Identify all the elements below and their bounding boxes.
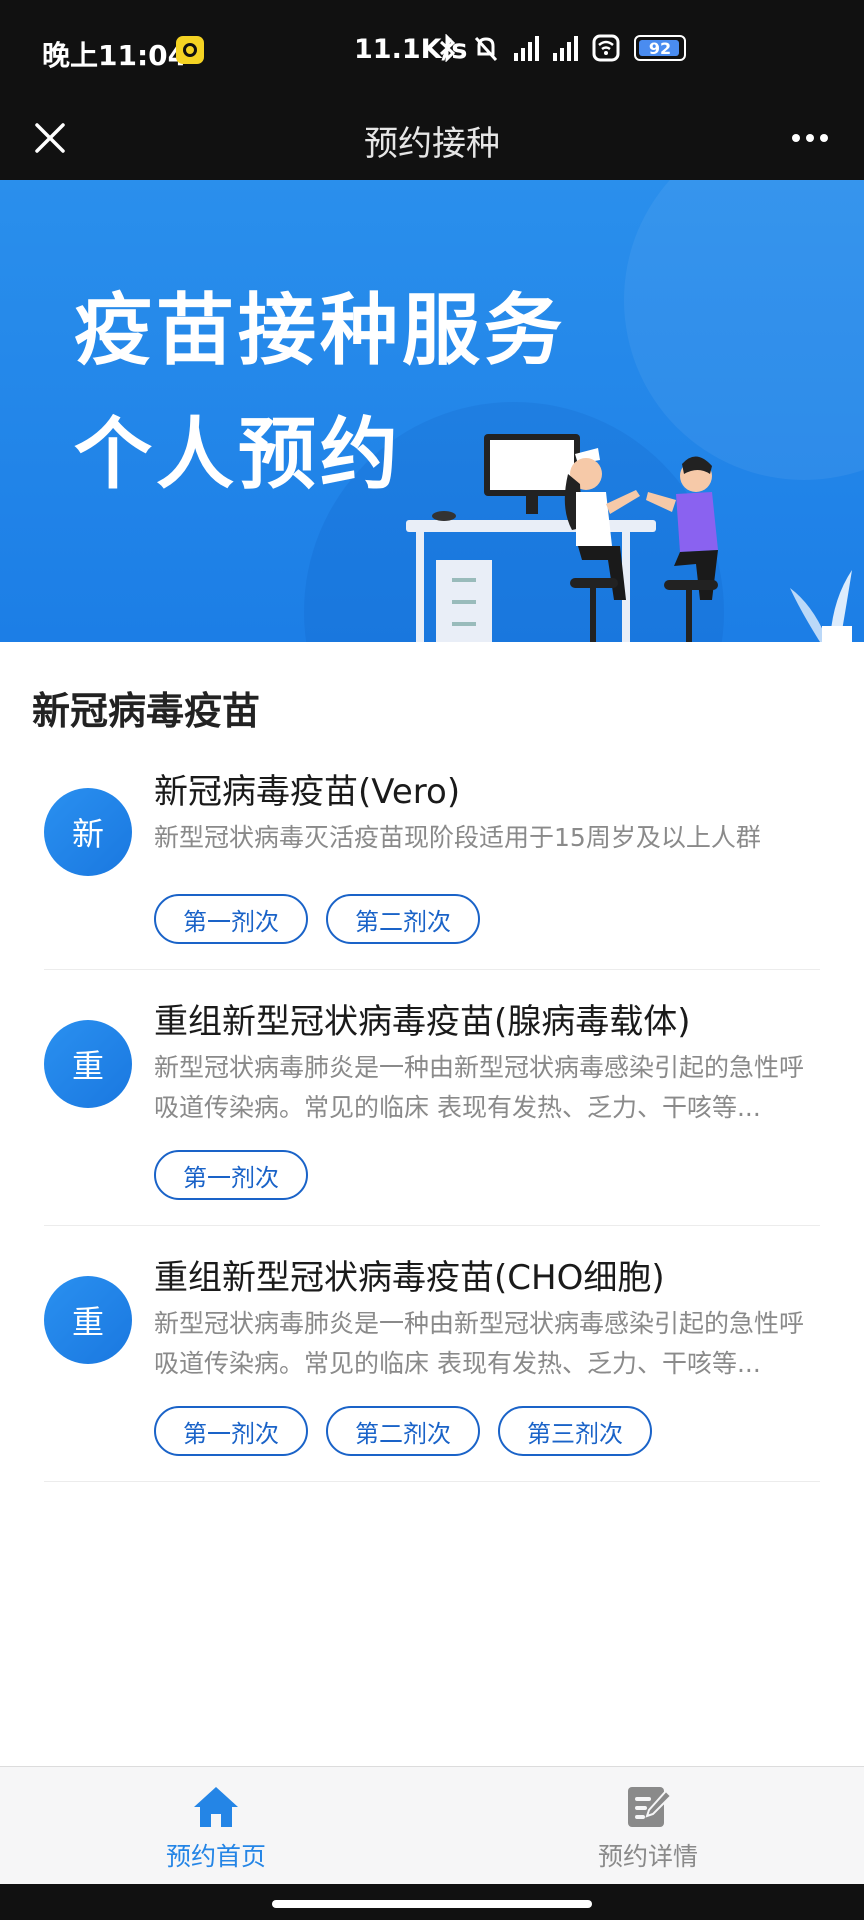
signal-2-icon: [553, 35, 578, 61]
vaccine-avatar: 重: [44, 1020, 132, 1108]
vaccine-item[interactable]: 重 重组新型冠状病毒疫苗(CHO细胞) 新型冠状病毒肺炎是一种由新型冠状病毒感染…: [44, 1226, 820, 1482]
vaccine-description: 新型冠状病毒肺炎是一种由新型冠状病毒感染引起的急性呼吸道传染病。常见的临床 表现…: [154, 1309, 805, 1378]
system-gesture-bar: [0, 1884, 864, 1920]
banner-title: 疫苗接种服务: [74, 286, 567, 376]
dose-buttons: 第一剂次: [154, 1150, 308, 1200]
dose-buttons: 第一剂次 第二剂次: [154, 894, 480, 944]
tab-booking-details[interactable]: 预约详情: [432, 1767, 864, 1885]
page-title: 预约接种: [364, 124, 500, 164]
vaccine-avatar: 新: [44, 788, 132, 876]
mute-bell-icon: [474, 36, 498, 62]
battery-level: 92: [648, 38, 672, 58]
dose-button-first[interactable]: 第一剂次: [154, 1406, 308, 1456]
nav-bar: 预约接种: [0, 98, 864, 180]
home-indicator[interactable]: [272, 1900, 592, 1908]
bottom-tab-bar: 预约首页 预约详情: [0, 1766, 864, 1884]
vaccine-name: 重组新型冠状病毒疫苗(CHO细胞): [154, 1258, 665, 1298]
status-time: 晚上11:04: [42, 39, 188, 72]
vaccine-avatar: 重: [44, 1276, 132, 1364]
tab-label: 预约首页: [165, 1842, 266, 1871]
home-icon: [194, 1787, 238, 1827]
dose-button-second[interactable]: 第二剂次: [326, 1406, 480, 1456]
wifi-box-icon: [592, 34, 620, 62]
vaccine-name: 新冠病毒疫苗(Vero): [154, 772, 461, 812]
dose-button-third[interactable]: 第三剂次: [498, 1406, 652, 1456]
vaccine-name: 重组新型冠状病毒疫苗(腺病毒载体): [154, 1002, 691, 1042]
dose-button-second[interactable]: 第二剂次: [326, 894, 480, 944]
vaccine-description: 新型冠状病毒肺炎是一种由新型冠状病毒感染引起的急性呼吸道传染病。常见的临床 表现…: [154, 1053, 805, 1122]
status-icons: 92: [438, 34, 686, 62]
vaccination-illustration: [406, 434, 852, 642]
more-button[interactable]: [780, 112, 840, 164]
edit-document-icon: [628, 1787, 672, 1827]
section-title: 新冠病毒疫苗: [32, 689, 261, 733]
tab-booking-home[interactable]: 预约首页: [0, 1767, 432, 1885]
hero-banner: 疫苗接种服务 个人预约: [0, 180, 864, 642]
vaccine-item[interactable]: 重 重组新型冠状病毒疫苗(腺病毒载体) 新型冠状病毒肺炎是一种由新型冠状病毒感染…: [44, 970, 820, 1226]
dose-button-first[interactable]: 第一剂次: [154, 1150, 308, 1200]
vaccine-description: 新型冠状病毒灭活疫苗现阶段适用于15周岁及以上人群: [154, 823, 761, 852]
signal-1-icon: [514, 35, 539, 61]
dose-buttons: 第一剂次 第二剂次 第三剂次: [154, 1406, 652, 1456]
bluetooth-icon: [439, 34, 456, 62]
more-icon: [792, 134, 800, 142]
battery-icon: 92: [634, 35, 686, 61]
dose-button-first[interactable]: 第一剂次: [154, 894, 308, 944]
status-bar: 晚上11:04 11.1K/s 92: [0, 0, 864, 98]
banner-subtitle: 个人预约: [74, 410, 403, 500]
tab-label: 预约详情: [597, 1842, 698, 1871]
vaccine-item[interactable]: 新 新冠病毒疫苗(Vero) 新型冠状病毒灭活疫苗现阶段适用于15周岁及以上人群…: [44, 752, 820, 970]
notification-app-icon: [176, 36, 204, 64]
